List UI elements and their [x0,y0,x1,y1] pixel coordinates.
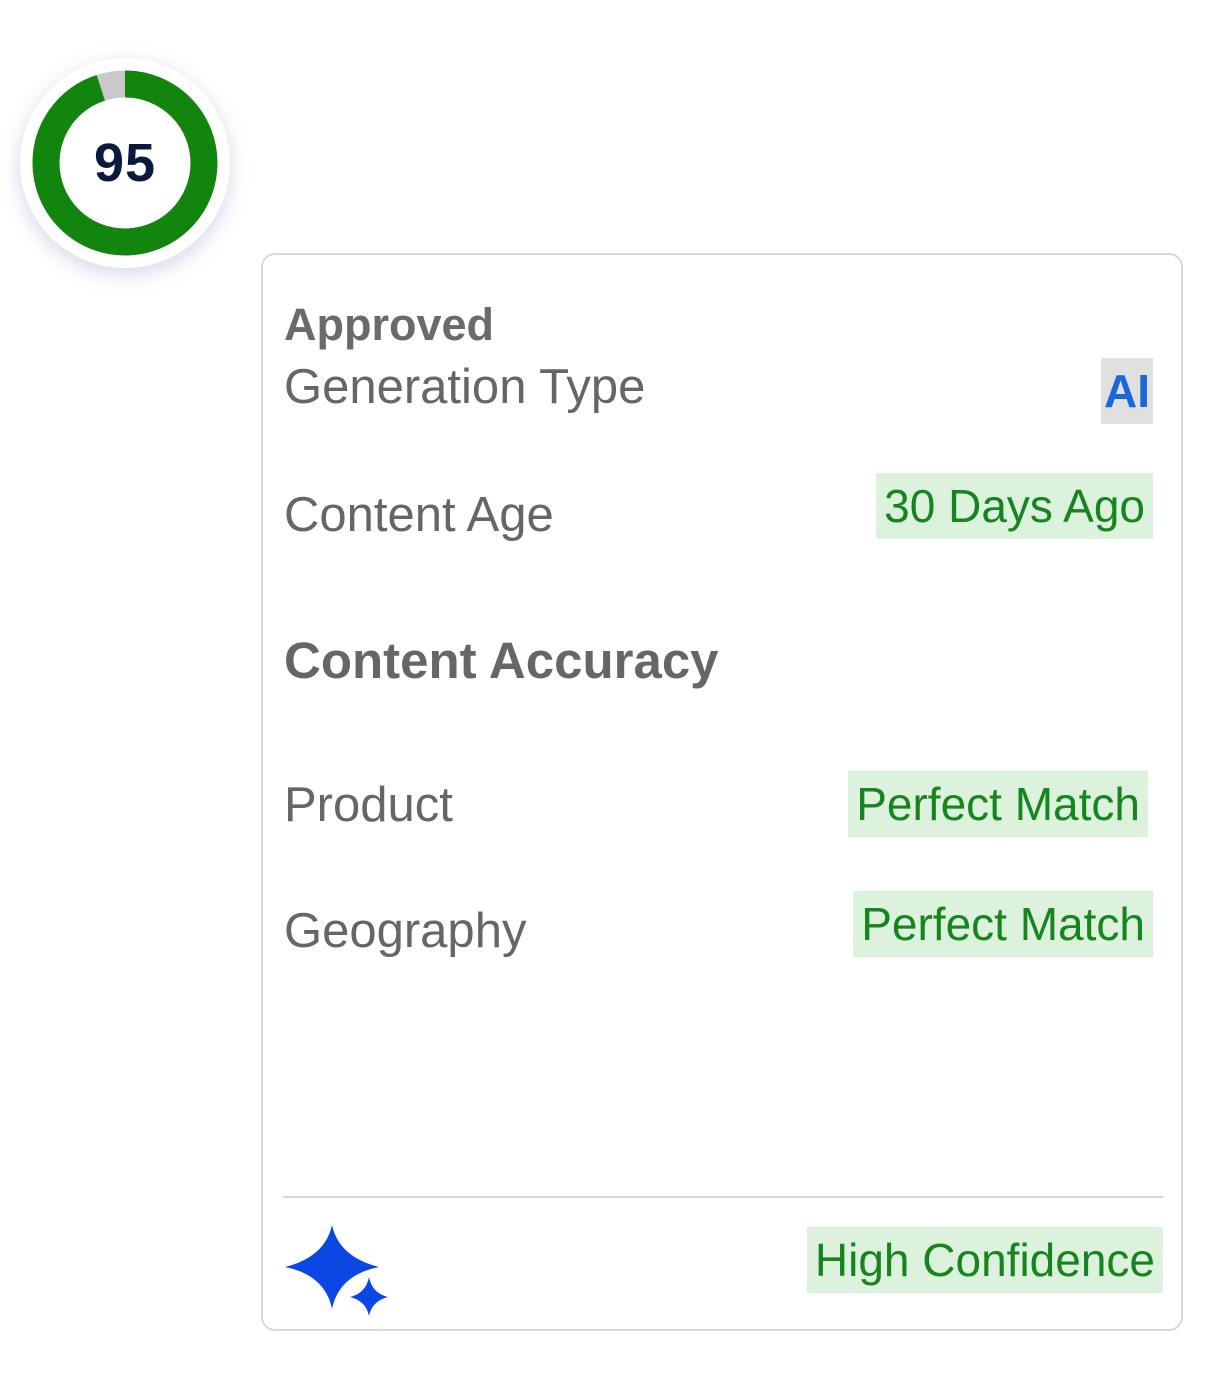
content-quality-card: Approved Generation Type AI Content Age … [261,253,1183,1331]
generation-type-badge: AI [1101,358,1153,424]
product-badge: Perfect Match [848,771,1148,837]
score-ring: 95 [20,58,230,268]
sparkle-icon [285,1225,388,1316]
generation-type-label: Generation Type [284,360,646,414]
product-label: Product [284,778,453,832]
card-divider [283,1196,1163,1198]
score-value: 95 [93,133,157,193]
geography-badge: Perfect Match [853,891,1153,957]
content-accuracy-title: Content Accuracy [284,632,719,689]
geography-label: Geography [284,904,527,958]
confidence-badge: High Confidence [806,1227,1163,1293]
content-age-label: Content Age [284,488,554,542]
status-label: Approved [284,299,495,350]
content-age-badge: 30 Days Ago [876,473,1153,539]
